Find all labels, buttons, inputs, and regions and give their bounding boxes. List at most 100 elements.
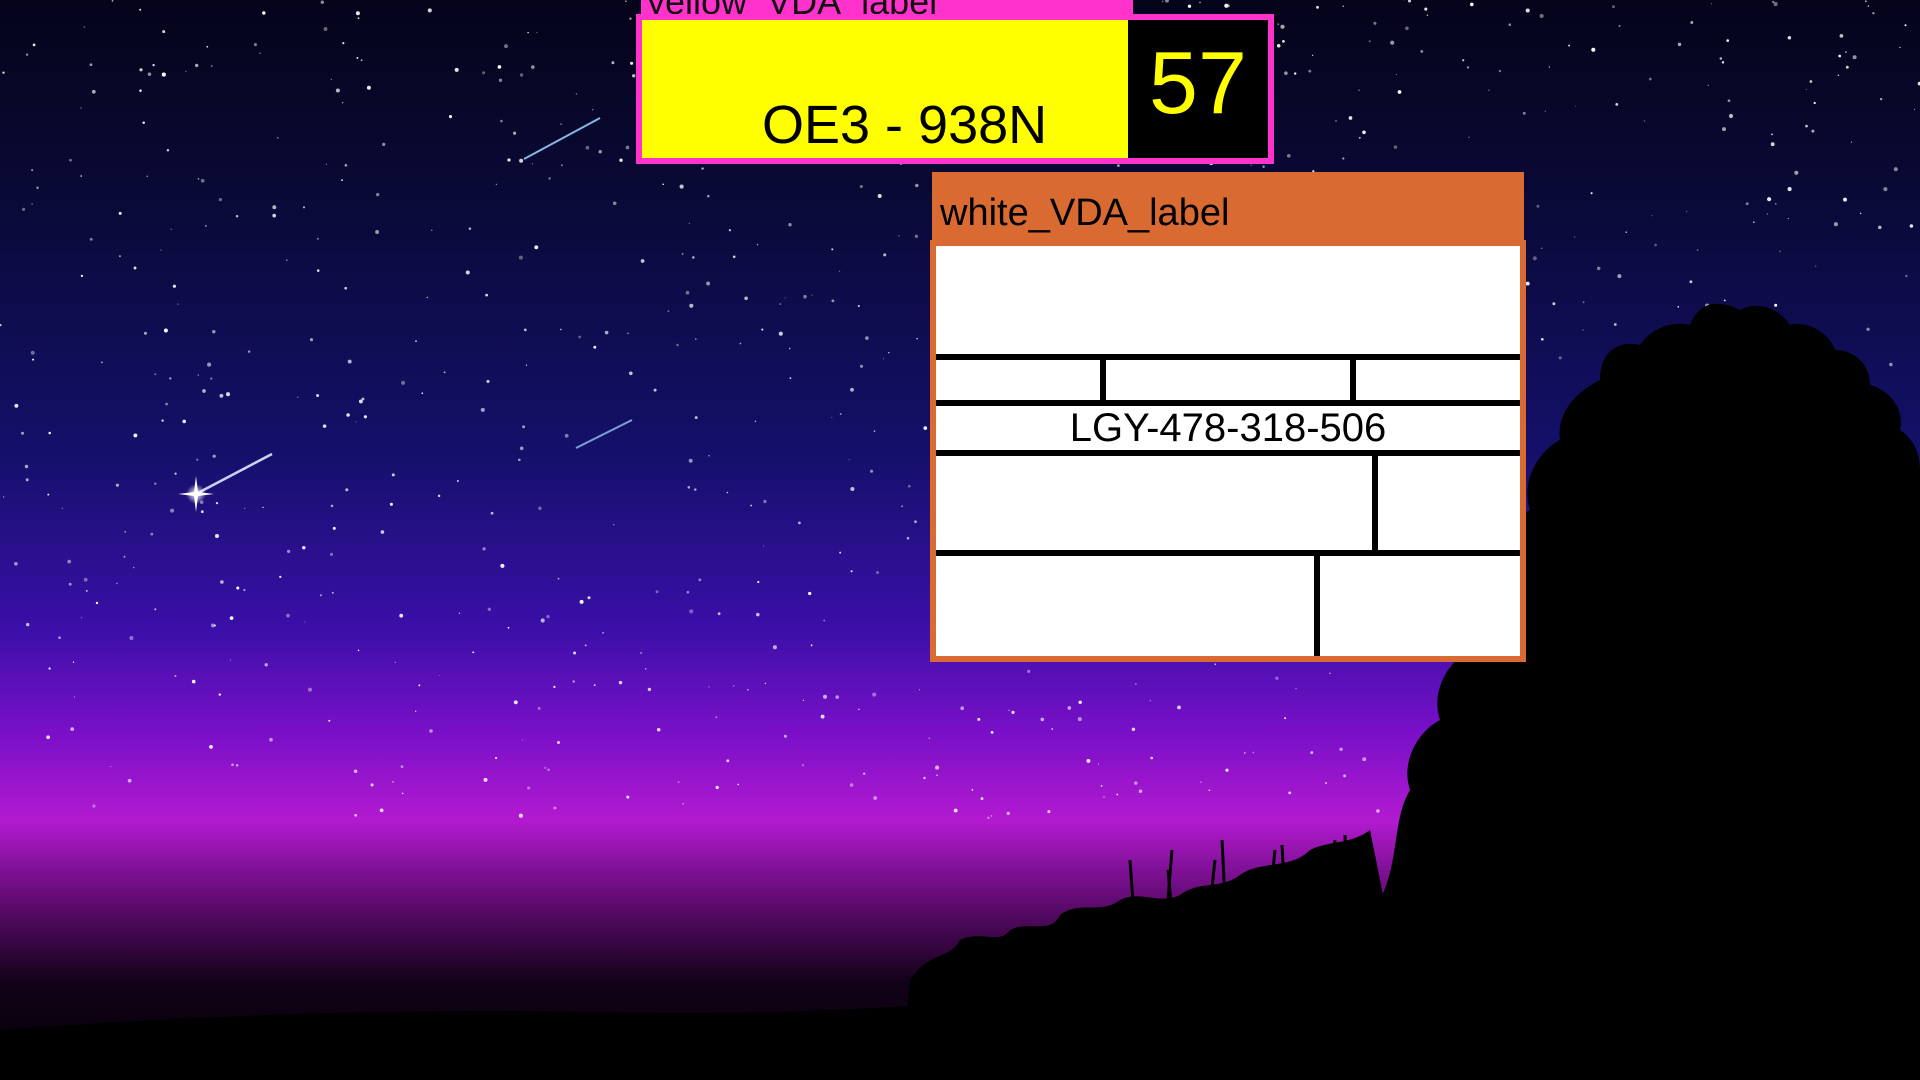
star [1866, 327, 1870, 332]
star [401, 380, 406, 385]
star [1651, 215, 1653, 217]
yellow-label-number: 57 [1149, 33, 1247, 132]
star [1617, 274, 1622, 279]
star [685, 290, 690, 295]
star [876, 571, 879, 574]
star [872, 692, 877, 697]
star [1316, 5, 1319, 9]
star [823, 619, 826, 622]
star [519, 73, 524, 77]
star [611, 61, 615, 65]
star [923, 426, 928, 430]
star [1686, 210, 1688, 213]
star [197, 374, 199, 376]
star [936, 774, 938, 777]
star [522, 425, 526, 429]
star [61, 507, 64, 510]
star [739, 342, 742, 345]
star [468, 227, 472, 230]
star [1913, 108, 1916, 111]
star [1348, 116, 1353, 120]
star [901, 505, 904, 508]
star [756, 612, 760, 617]
star [1811, 129, 1815, 133]
star [118, 211, 122, 215]
star [1466, 66, 1470, 69]
star [1311, 54, 1314, 57]
star [1284, 71, 1288, 75]
star [708, 686, 710, 688]
star [1787, 217, 1789, 220]
star [399, 613, 404, 618]
white-label-title-tab: white_VDA_label [932, 172, 1524, 244]
star [519, 158, 524, 163]
star [1845, 51, 1847, 53]
star [154, 608, 157, 611]
star [89, 63, 93, 67]
star [487, 607, 491, 611]
star [494, 756, 498, 760]
star [1548, 66, 1550, 68]
star [316, 394, 320, 397]
star [1909, 224, 1914, 228]
star [573, 651, 577, 655]
star [518, 255, 523, 260]
star [389, 502, 393, 506]
star [733, 685, 735, 687]
yellow-vda-label[interactable]: OE3 - 938N 57 [636, 14, 1274, 164]
star [139, 68, 143, 72]
white-vda-label[interactable]: LGY-478-318-506 [930, 240, 1526, 662]
star [1794, 170, 1799, 175]
star [1883, 187, 1888, 192]
star [323, 27, 328, 31]
star [118, 255, 121, 258]
star [1522, 111, 1526, 115]
star [564, 433, 569, 438]
star [1591, 47, 1596, 52]
star [172, 284, 176, 288]
star [418, 684, 421, 687]
star [848, 458, 850, 461]
star [525, 364, 528, 366]
star [200, 510, 204, 514]
star [366, 85, 371, 90]
star [859, 185, 863, 189]
star [1498, 69, 1502, 73]
star [548, 177, 551, 180]
star [1134, 781, 1138, 785]
star [1150, 756, 1154, 760]
star [209, 745, 213, 749]
star [1775, 203, 1777, 205]
star [877, 194, 882, 198]
star [689, 303, 694, 308]
star [500, 563, 505, 568]
star [694, 488, 697, 491]
star [1006, 811, 1010, 815]
star [602, 632, 604, 634]
star [185, 70, 187, 73]
star [182, 419, 186, 424]
star [347, 359, 352, 364]
star [1329, 672, 1331, 674]
star [490, 511, 494, 515]
star [1728, 113, 1734, 119]
star [356, 56, 359, 59]
star [1859, 212, 1862, 215]
star [355, 11, 360, 16]
star [329, 552, 334, 556]
star [31, 169, 34, 172]
star [415, 340, 417, 342]
star [987, 816, 990, 820]
star [48, 667, 51, 670]
star [915, 183, 919, 188]
star [1850, 141, 1853, 143]
star [286, 259, 288, 261]
star [1225, 768, 1229, 772]
star [677, 781, 680, 784]
star [1805, 124, 1808, 128]
star [316, 269, 320, 272]
star [1805, 88, 1807, 90]
star [1243, 752, 1246, 754]
star [820, 714, 825, 719]
star [1008, 709, 1010, 712]
